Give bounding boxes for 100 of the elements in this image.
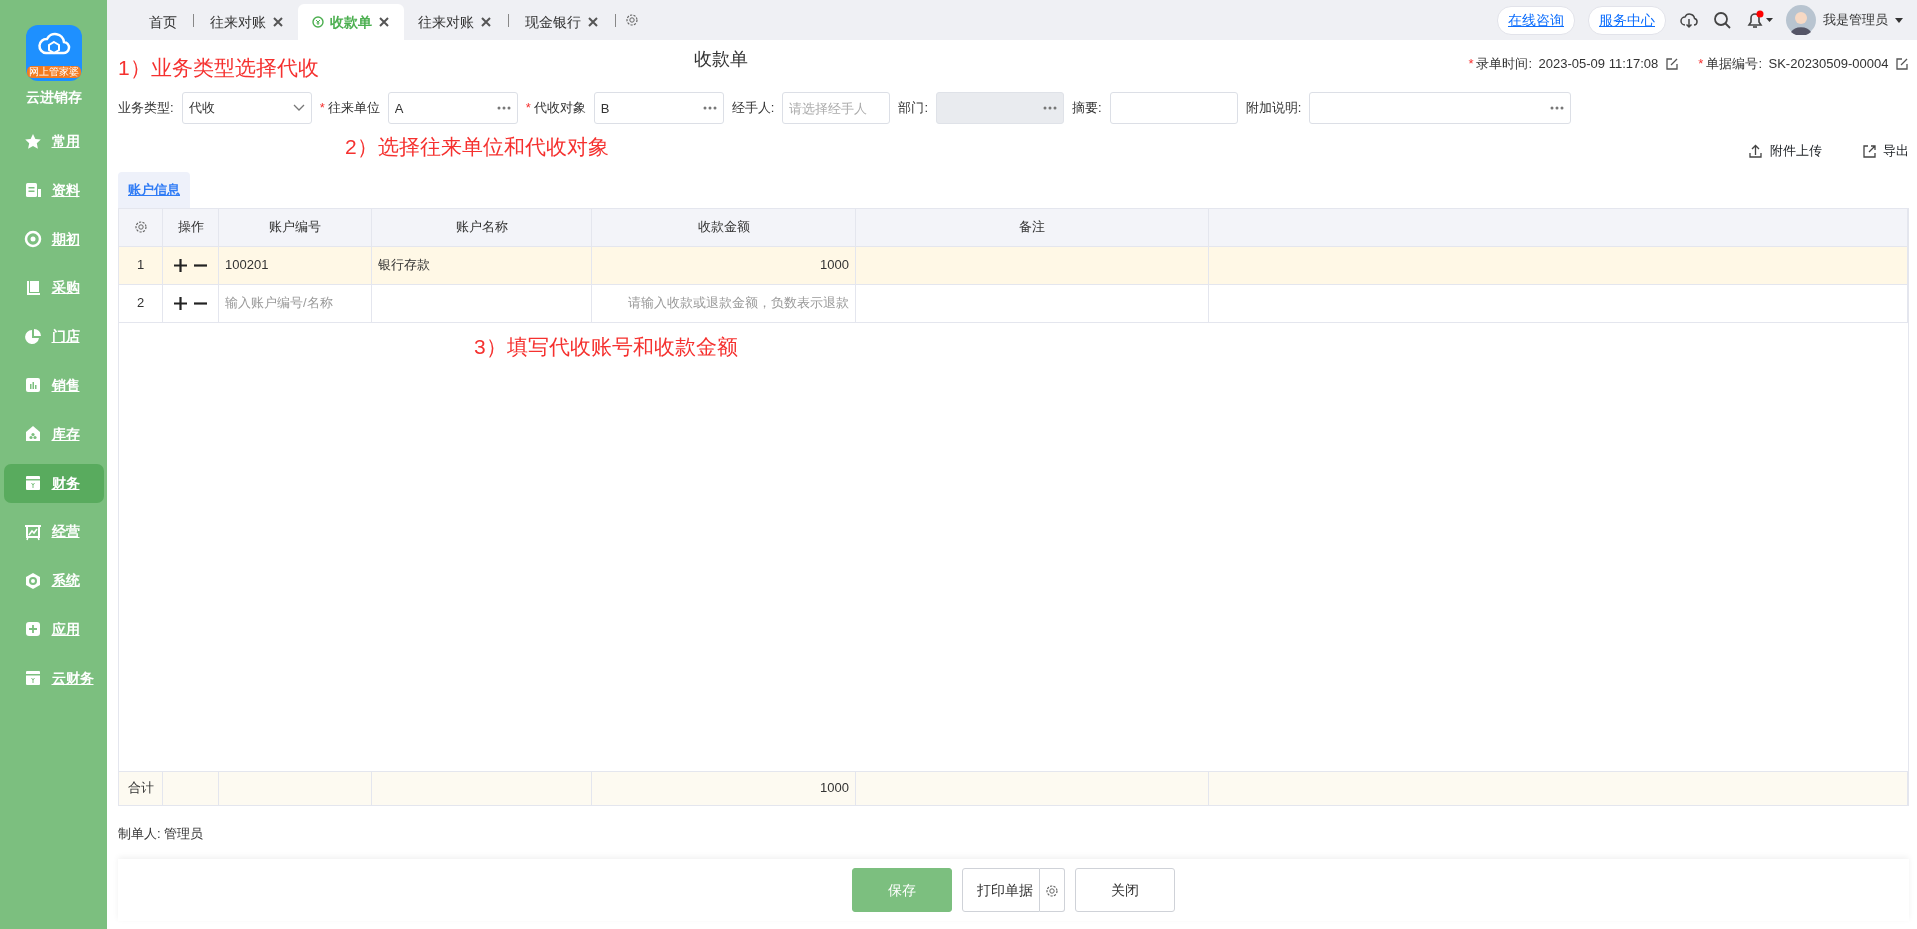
row-number: 2 (119, 284, 163, 323)
coin-icon (312, 16, 324, 28)
table-cell: 1000 (592, 246, 856, 285)
search-icon[interactable] (1712, 10, 1732, 30)
settings-icon[interactable] (132, 219, 149, 235)
page-title: 收款单 (694, 48, 748, 71)
bar-chart-icon (23, 376, 42, 395)
sidebar-item[interactable]: 经营 (3, 512, 104, 552)
input-field[interactable] (1309, 92, 1572, 124)
app-name: 云进销存 (25, 88, 82, 107)
tab[interactable]: 往来对账 (196, 4, 298, 40)
more-icon[interactable] (496, 106, 511, 110)
sidebar-item[interactable]: 门店 (3, 317, 104, 357)
field-label: * 往来单位 (319, 99, 380, 118)
field-label: 附加说明: (1245, 99, 1302, 118)
more-icon[interactable] (1043, 106, 1057, 110)
pie-chart-icon (23, 327, 42, 346)
annotation: 1）业务类型选择代收 (118, 55, 320, 81)
sidebar-item[interactable]: 采购 (3, 268, 104, 308)
table-cell: 银行存款 (372, 246, 592, 285)
field-label: 摘要: (1072, 99, 1102, 118)
tab[interactable]: 往来对账 (404, 4, 506, 40)
more-icon[interactable] (1550, 106, 1565, 110)
sidebar-item[interactable]: 期初 (3, 219, 104, 259)
field-value: 管理员 (163, 824, 203, 843)
save-button[interactable]: 保存 (852, 868, 952, 912)
plus-icon (23, 620, 42, 639)
sidebar-item[interactable]: 库存 (3, 414, 104, 454)
upload-icon (1748, 143, 1763, 159)
print-button[interactable]: 打印单据 (962, 868, 1040, 912)
column-header: 备注 (856, 208, 1209, 247)
table-cell: 输入账户编号/名称 (219, 284, 372, 323)
total-amount: 1000 (592, 770, 856, 805)
settings-icon[interactable] (624, 12, 640, 28)
close-icon[interactable] (378, 16, 390, 28)
plus-icon[interactable] (174, 296, 188, 310)
star-icon (23, 132, 42, 151)
input-field[interactable]: A (387, 92, 518, 124)
column-header: 收款金额 (592, 208, 856, 247)
annotation: 2）选择往来单位和代收对象 (345, 134, 609, 161)
toolbar-link[interactable]: 导出 (1861, 141, 1909, 161)
column-header: 操作 (163, 208, 219, 247)
select-field[interactable]: 代收 (181, 92, 312, 124)
field-label: 部门: (898, 99, 928, 118)
tab[interactable]: 现金银行 (511, 4, 613, 40)
field-value: SK-20230509-00004 (1768, 55, 1889, 73)
house-icon (23, 425, 42, 444)
export-icon (1861, 143, 1877, 159)
field-label: 经手人: (731, 99, 775, 118)
header-link[interactable]: 服务中心 (1588, 5, 1666, 35)
close-button[interactable]: 关闭 (1075, 868, 1175, 912)
settings-icon (1044, 882, 1060, 899)
column-header: 账户编号 (219, 208, 372, 247)
sidebar-item[interactable]: 云财务 (3, 658, 104, 698)
field-label: * 代收对象 (525, 99, 586, 118)
edit-icon[interactable] (1664, 56, 1679, 71)
column-header: 账户名称 (372, 208, 592, 247)
logo-badge: 网上管家婆 (26, 66, 81, 78)
avatar-icon[interactable] (1786, 5, 1816, 35)
table-cell: 请输入收款或退款金额，负数表示退款 (592, 284, 856, 323)
box-icon (23, 474, 42, 493)
document-icon (23, 181, 42, 200)
edit-icon[interactable] (1895, 56, 1909, 71)
tab[interactable]: 首页 (135, 4, 191, 40)
chart-board-icon (23, 522, 42, 541)
close-icon[interactable] (587, 16, 599, 28)
sidebar-item[interactable]: 系统 (3, 561, 104, 601)
field-label: * 录单时间: (1468, 55, 1533, 73)
bell-icon[interactable] (1745, 10, 1773, 30)
close-icon[interactable] (480, 16, 492, 28)
sidebar-item[interactable]: 销售 (3, 366, 104, 405)
annotation: 3）填写代收账号和收款金额 (474, 333, 739, 360)
field-label: 制单人: (118, 824, 161, 843)
table-cell: 100201 (219, 246, 372, 285)
toolbar-link[interactable]: 附件上传 (1748, 141, 1822, 161)
field-label: 业务类型: (118, 99, 174, 118)
box-icon (23, 669, 42, 688)
field-value: 2023-05-09 11:17:08 (1538, 55, 1659, 73)
more-icon[interactable] (702, 106, 717, 110)
total-label: 合计 (119, 770, 163, 805)
header-link[interactable]: 在线咨询 (1497, 5, 1575, 35)
tab[interactable]: 收款单 (298, 4, 404, 40)
target-icon (23, 230, 42, 249)
field-label: * 单据编号: (1698, 55, 1762, 73)
row-number: 1 (119, 246, 163, 285)
input-field[interactable]: B (593, 92, 724, 124)
hexagon-icon (23, 571, 42, 590)
sidebar-item[interactable]: 常用 (3, 122, 104, 161)
sidebar-item[interactable]: 资料 (3, 170, 104, 210)
cloud-download-icon[interactable] (1679, 10, 1699, 30)
sidebar-item[interactable]: 应用 (3, 609, 104, 649)
close-icon[interactable] (272, 16, 284, 28)
tab[interactable]: 账户信息 (118, 172, 190, 208)
user-name[interactable]: 我是管理员 (1822, 10, 1888, 30)
chevron-down-icon[interactable] (292, 104, 305, 112)
input-field[interactable]: 请选择经手人 (782, 92, 891, 124)
input-field[interactable] (1109, 92, 1238, 124)
caret-icon[interactable] (1894, 15, 1904, 25)
plus-icon[interactable] (174, 258, 188, 272)
sidebar-item[interactable]: 财务 (3, 463, 104, 503)
